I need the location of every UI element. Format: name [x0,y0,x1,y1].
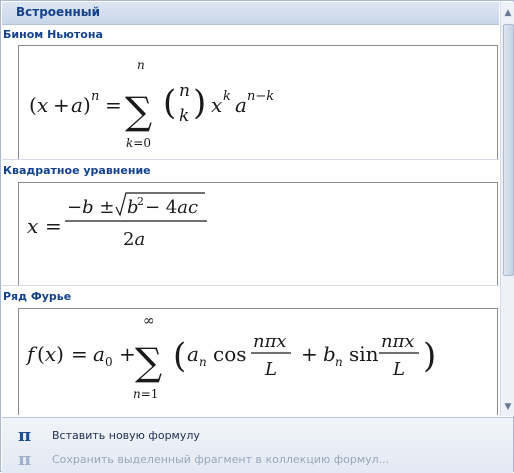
svg-text:n: n [335,355,343,369]
svg-text:∑: ∑ [125,89,152,133]
formula-item-quadratic[interactable]: x = −b ± b 2 − 4ac 2a [18,182,498,286]
svg-text:L: L [264,359,277,380]
svg-text:2a: 2a [123,229,145,250]
svg-text:cos: cos [213,342,247,366]
svg-text:b: b [323,342,336,366]
svg-text:x: x [37,93,48,117]
save-selection-to-gallery-button[interactable]: π Сохранить выделенный фрагмент в коллек… [12,450,502,472]
svg-text:+: + [53,93,70,117]
svg-text:a: a [71,93,83,117]
svg-text:+: + [301,342,318,366]
svg-text:nπx: nπx [253,331,287,352]
svg-text:−b ±: −b ± [67,197,114,218]
section-divider [2,159,499,160]
svg-text:n: n [91,89,99,104]
svg-text:): ) [193,83,206,123]
formula-item-binomial[interactable]: ( x + a ) n = n ∑ k=0 ( n k ) x k a n−k [18,45,498,160]
svg-text:0: 0 [105,355,113,369]
svg-text:=: = [71,342,88,366]
vertical-scrollbar[interactable]: ▲ ▼ [500,2,514,416]
svg-text:x: x [211,93,222,117]
svg-text:L: L [392,359,405,380]
svg-text:(: ( [173,336,186,376]
pi-icon: π [18,425,32,446]
insert-new-formula-button[interactable]: π Вставить новую формулу [12,426,502,448]
svg-text:2: 2 [137,195,144,208]
svg-text:n−k: n−k [247,89,274,104]
fourier-formula: f (x) = a 0 + ∞ ∑ n=1 ( a n cos nπx L + … [25,313,436,401]
svg-text:n: n [199,355,207,369]
scroll-up-icon[interactable]: ▲ [501,6,514,20]
svg-text:=: = [105,93,122,117]
svg-text:k: k [223,89,231,104]
svg-text:n: n [179,81,190,101]
insert-new-formula-label: Вставить новую формулу [52,429,200,442]
save-selection-label: Сохранить выделенный фрагмент в коллекци… [52,453,390,466]
svg-text:− 4ac: − 4ac [145,197,198,218]
section-title-fourier: Ряд Фурье [3,290,72,303]
svg-text:(: ( [29,93,37,117]
gallery-header: Встроенный [2,2,499,25]
svg-text:=: = [45,214,62,238]
equation-gallery-panel: Встроенный ▲ ▼ Бином Ньютона ( x + a ) n… [0,0,514,473]
save-formula-icon: π [18,449,32,470]
svg-text:(x): (x) [37,342,64,366]
svg-text:+: + [119,342,136,366]
scroll-down-icon[interactable]: ▼ [501,400,514,414]
svg-text:sin: sin [349,342,379,366]
svg-text:a: a [235,93,247,117]
svg-text:n=1: n=1 [133,387,158,401]
svg-text:x: x [27,214,38,238]
svg-text:k=0: k=0 [126,136,151,150]
section-title-quadratic: Квадратное уравнение [3,164,151,177]
gallery-header-title: Встроенный [16,5,101,19]
svg-text:): ) [423,336,436,376]
gallery-footer: π Вставить новую формулу π Сохранить выд… [2,417,513,473]
svg-text:a: a [93,342,105,366]
section-title-binomial: Бином Ньютона [3,28,103,41]
scrollbar-thumb[interactable] [503,24,514,276]
svg-text:n: n [137,58,145,72]
quadratic-formula: x = −b ± b 2 − 4ac 2a [27,192,207,250]
svg-text:∞: ∞ [143,313,155,329]
svg-text:k: k [179,106,189,126]
binomial-formula: ( x + a ) n = n ∑ k=0 ( n k ) x k a n−k [29,58,274,150]
svg-text:nπx: nπx [381,331,415,352]
svg-text:a: a [187,342,199,366]
svg-text:∑: ∑ [135,340,162,384]
formula-item-fourier[interactable]: f (x) = a 0 + ∞ ∑ n=1 ( a n cos nπx L + … [18,308,498,415]
svg-text:): ) [83,93,91,117]
section-divider [2,285,499,286]
svg-text:(: ( [163,83,176,123]
